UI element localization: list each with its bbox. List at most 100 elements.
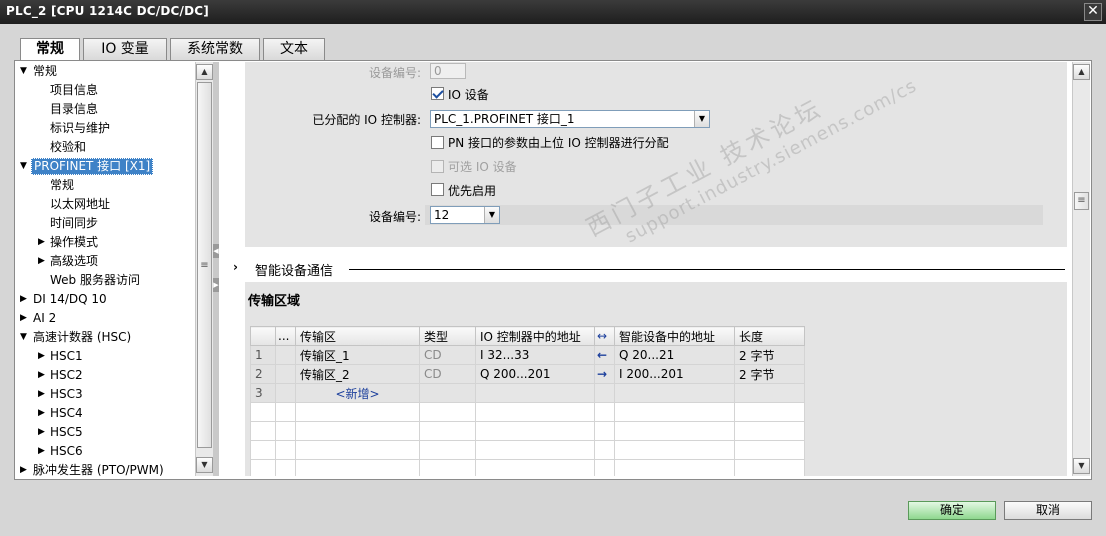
table-cell[interactable] [419, 383, 476, 403]
tree-expand-icon[interactable]: ▶ [38, 252, 48, 271]
nav-item-project-info[interactable]: 项目信息 [18, 81, 195, 100]
nav-item-operating-mode[interactable]: ▶ 操作模式 [18, 233, 195, 252]
table-cell[interactable] [475, 383, 595, 403]
tree-expand-icon[interactable]: ▶ [38, 347, 48, 366]
transfer-type-cell[interactable]: CD [419, 364, 476, 384]
table-cell[interactable] [275, 364, 296, 384]
transfer-name-cell[interactable]: 传输区_1 [295, 345, 420, 365]
nav-item-checksum[interactable]: 校验和 [18, 138, 195, 157]
nav-item-ethernet-address[interactable]: 以太网地址 [18, 195, 195, 214]
nav-item-pn-general[interactable]: 常规 [18, 176, 195, 195]
tree-expand-icon[interactable]: ▶ [20, 461, 30, 476]
section-expand-icon[interactable]: › [233, 260, 238, 274]
column-header[interactable]: 传输区 [295, 326, 420, 346]
nav-item-ai[interactable]: ▶ AI 2 [18, 309, 195, 328]
device-address-cell[interactable]: I 200...201 [614, 364, 735, 384]
content-scrollbar[interactable]: ▲ ≡ ▼ [1072, 62, 1090, 476]
nav-scrollbar[interactable]: ▲ ≡ ▼ [195, 62, 213, 476]
nav-item-hsc3[interactable]: ▶ HSC3 [18, 385, 195, 404]
column-header[interactable]: 长度 [734, 326, 805, 346]
table-cell[interactable] [275, 345, 296, 365]
table-cell[interactable] [614, 383, 735, 403]
nav-item-di-dq[interactable]: ▶ DI 14/DQ 10 [18, 290, 195, 309]
nav-item-hsc6[interactable]: ▶ HSC6 [18, 442, 195, 461]
tree-expand-icon[interactable]: ▶ [38, 404, 48, 423]
nav-item-label: HSC4 [50, 406, 83, 420]
cancel-button[interactable]: 取消 [1004, 501, 1092, 520]
table-row[interactable]: 2 传输区_2 CD Q 200...201 → I 200...201 2 字… [250, 364, 805, 384]
device-number-dropdown[interactable]: 12 ▼ [430, 206, 500, 224]
tree-expand-icon[interactable]: ▶ [38, 423, 48, 442]
length-cell[interactable]: 2 字节 [734, 364, 805, 384]
row-number[interactable]: 3 [250, 383, 276, 403]
column-header[interactable]: 类型 [419, 326, 476, 346]
column-header[interactable]: 智能设备中的地址 [614, 326, 735, 346]
nav-item-time-sync[interactable]: 时间同步 [18, 214, 195, 233]
assigned-controller-dropdown[interactable]: PLC_1.PROFINET 接口_1 ▼ [430, 110, 710, 128]
device-number-value: 12 [434, 208, 450, 222]
close-icon[interactable]: ✕ [1084, 3, 1102, 21]
nav-item-profinet-interface[interactable]: ▼ PROFINET 接口 [X1] [18, 157, 195, 176]
scroll-up-icon[interactable]: ▲ [1073, 64, 1090, 80]
nav-item-hsc2[interactable]: ▶ HSC2 [18, 366, 195, 385]
tree-expand-icon[interactable]: ▼ [20, 328, 30, 347]
nav-item-hsc4[interactable]: ▶ HSC4 [18, 404, 195, 423]
direction-arrow-icon[interactable]: → [594, 364, 615, 384]
tree-expand-icon[interactable]: ▶ [38, 442, 48, 461]
io-device-checkbox[interactable] [431, 87, 444, 100]
nav-item-web-server-access[interactable]: Web 服务器访问 [18, 271, 195, 290]
nav-item-general[interactable]: ▼ 常规 [18, 62, 195, 81]
pn-params-checkbox[interactable] [431, 136, 444, 149]
scroll-thumb[interactable]: ≡ [1074, 192, 1089, 210]
swap-direction-icon[interactable]: ↔ [594, 326, 615, 346]
scroll-down-icon[interactable]: ▼ [196, 457, 213, 473]
optional-device-label: 可选 IO 设备 [448, 160, 517, 174]
nav-item-hsc[interactable]: ▼ 高速计数器 (HSC) [18, 328, 195, 347]
tab-texts[interactable]: 文本 [263, 38, 325, 60]
pn-params-label: PN 接口的参数由上位 IO 控制器进行分配 [448, 136, 669, 150]
tree-expand-icon[interactable]: ▶ [38, 233, 48, 252]
tab-io-tags[interactable]: IO 变量 [83, 38, 167, 60]
nav-item-catalog-info[interactable]: 目录信息 [18, 100, 195, 119]
length-cell[interactable]: 2 字节 [734, 345, 805, 365]
priority-startup-checkbox[interactable] [431, 183, 444, 196]
nav-item-pulse-generator[interactable]: ▶ 脉冲发生器 (PTO/PWM) [18, 461, 195, 476]
nav-item-hsc5[interactable]: ▶ HSC5 [18, 423, 195, 442]
controller-address-cell[interactable]: I 32...33 [475, 345, 595, 365]
row-number[interactable]: 1 [250, 345, 276, 365]
scroll-thumb[interactable]: ≡ [197, 82, 212, 448]
nav-item-label: HSC5 [50, 425, 83, 439]
tree-expand-icon[interactable]: ▶ [38, 385, 48, 404]
table-cell[interactable] [275, 383, 296, 403]
transfer-name-cell[interactable]: 传输区_2 [295, 364, 420, 384]
nav-item-hsc1[interactable]: ▶ HSC1 [18, 347, 195, 366]
tab-general[interactable]: 常规 [20, 38, 80, 61]
nav-item-identification[interactable]: 标识与维护 [18, 119, 195, 138]
smart-device-section-header[interactable]: › 智能设备通信 [233, 258, 1067, 280]
transfer-type-cell[interactable]: CD [419, 345, 476, 365]
table-row[interactable]: 1 传输区_1 CD I 32...33 ← Q 20...21 2 字节 [250, 345, 805, 365]
table-cell[interactable] [594, 383, 615, 403]
nav-item-advanced-options[interactable]: ▶ 高级选项 [18, 252, 195, 271]
chevron-down-icon[interactable]: ▼ [484, 207, 499, 223]
empty-row [250, 402, 805, 422]
tree-expand-icon[interactable]: ▶ [38, 366, 48, 385]
tree-expand-icon[interactable]: ▼ [20, 157, 30, 176]
add-row[interactable]: 3 <新增> [250, 383, 805, 403]
tree-expand-icon[interactable]: ▶ [20, 309, 30, 328]
device-address-cell[interactable]: Q 20...21 [614, 345, 735, 365]
tab-system-constants[interactable]: 系统常数 [170, 38, 260, 60]
transfer-area-table: ... 传输区 类型 IO 控制器中的地址 ↔ 智能设备中的地址 长度 1 传输… [250, 326, 805, 476]
ok-button[interactable]: 确定 [908, 501, 996, 520]
chevron-down-icon[interactable]: ▼ [694, 111, 709, 127]
tree-expand-icon[interactable]: ▼ [20, 62, 30, 81]
scroll-down-icon[interactable]: ▼ [1073, 458, 1090, 474]
column-header[interactable]: IO 控制器中的地址 [475, 326, 595, 346]
table-cell[interactable] [734, 383, 805, 403]
direction-arrow-icon[interactable]: ← [594, 345, 615, 365]
add-transfer-area-link[interactable]: <新增> [295, 383, 420, 403]
scroll-up-icon[interactable]: ▲ [196, 64, 213, 80]
tree-expand-icon[interactable]: ▶ [20, 290, 30, 309]
row-number[interactable]: 2 [250, 364, 276, 384]
controller-address-cell[interactable]: Q 200...201 [475, 364, 595, 384]
